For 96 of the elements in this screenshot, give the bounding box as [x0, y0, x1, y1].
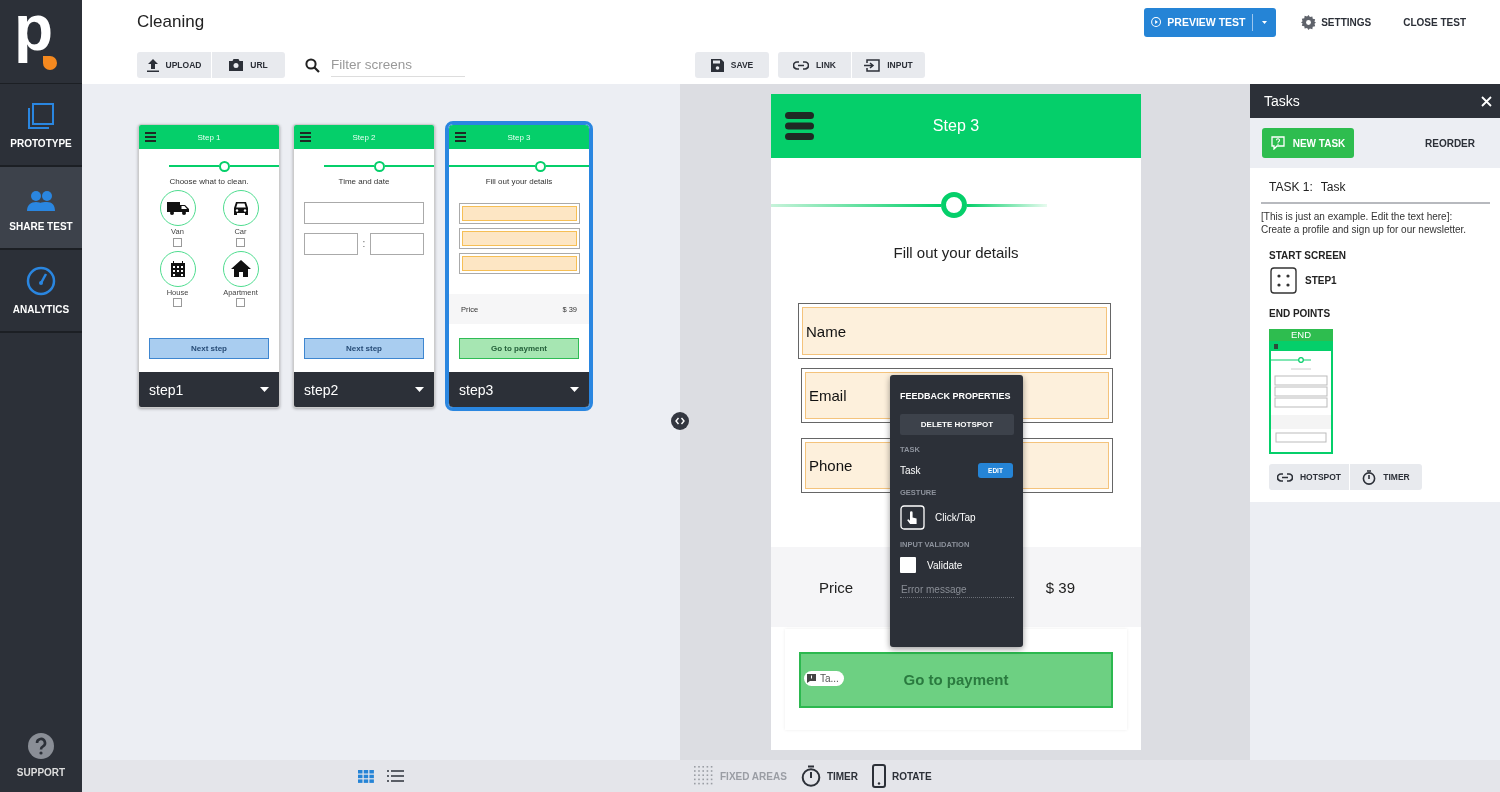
- time-field[interactable]: [370, 233, 424, 255]
- menu-icon: [300, 132, 311, 142]
- hotspot-badge[interactable]: Ta...: [804, 671, 844, 686]
- timer-button[interactable]: TIMER: [1350, 464, 1422, 490]
- section-label: END POINTS: [1269, 308, 1332, 319]
- screen-header: Step 3: [449, 125, 589, 149]
- screen-header: Step 3: [771, 94, 1141, 158]
- list-view-button[interactable]: [387, 769, 404, 783]
- grid-view-button[interactable]: [358, 769, 374, 783]
- time-separator: :: [362, 239, 366, 249]
- start-screen-name[interactable]: STEP1: [1305, 275, 1337, 286]
- price-label: Price: [819, 578, 854, 596]
- link-icon: [793, 60, 810, 70]
- timer-button[interactable]: TIMER: [800, 765, 858, 787]
- car-icon: [232, 200, 249, 216]
- screen-name[interactable]: step1: [149, 381, 184, 398]
- hotspot-field[interactable]: [458, 253, 580, 274]
- validate-label: Validate: [927, 559, 963, 571]
- section-label: START SCREEN: [1269, 250, 1348, 261]
- delete-hotspot-button[interactable]: DELETE HOTSPOT: [900, 414, 1014, 435]
- comment-icon: [807, 674, 816, 683]
- popup-title: FEEDBACK PROPERTIES: [900, 391, 1012, 401]
- task-description[interactable]: [This is just an example. Edit the text here]: Create a profile and sign up for our newsletter.: [1261, 210, 1490, 236]
- screen-header: Step 1: [139, 125, 279, 149]
- caret-icon: [1262, 19, 1268, 25]
- caret-icon[interactable]: [415, 387, 424, 392]
- close-test-button[interactable]: CLOSE TEST: [1403, 16, 1466, 28]
- screen-heading: Choose what to clean.: [169, 177, 249, 187]
- input-icon: [864, 58, 881, 72]
- checkbox[interactable]: [173, 298, 182, 307]
- search-icon: [305, 57, 320, 73]
- date-field[interactable]: [304, 202, 424, 224]
- nav-item[interactable]: SHARE TEST: [0, 167, 82, 250]
- link-button[interactable]: LINK: [778, 52, 851, 78]
- task-number: TASK 1:: [1269, 180, 1313, 194]
- checkbox[interactable]: [236, 237, 245, 247]
- save-icon: [710, 58, 724, 72]
- timer-icon: [800, 765, 821, 787]
- upload-icon: [146, 58, 159, 72]
- resize-handle[interactable]: [671, 412, 689, 430]
- timer-icon: [1362, 469, 1377, 485]
- panel-title: Tasks: [1264, 93, 1300, 109]
- screen-button[interactable]: Go to payment: [459, 338, 579, 359]
- screen-name[interactable]: step3: [459, 381, 494, 398]
- people-icon: [26, 189, 56, 213]
- link-icon: [1276, 472, 1293, 482]
- screen-card[interactable]: Step 2 Time and date : Next step step2: [293, 124, 435, 408]
- caret-icon[interactable]: [570, 387, 579, 392]
- gauge-icon: [26, 266, 56, 296]
- house-icon: [230, 260, 251, 277]
- question-bubble-icon: [1270, 136, 1285, 150]
- building-icon: [169, 260, 186, 277]
- camera-icon: [229, 59, 244, 71]
- task-name: Task: [900, 464, 921, 476]
- screen-button[interactable]: Next step: [149, 338, 269, 359]
- caret-icon[interactable]: [260, 387, 269, 392]
- menu-icon: [455, 132, 466, 142]
- tap-icon[interactable]: [900, 505, 925, 530]
- preview-test-button[interactable]: PREVIEW TEST: [1144, 7, 1277, 37]
- hotspot-field[interactable]: [458, 203, 580, 224]
- screen-name[interactable]: step2: [304, 381, 339, 398]
- rotate-button[interactable]: ROTATE: [872, 764, 932, 788]
- screen-heading: Fill out your details: [485, 177, 553, 187]
- menu-icon: [145, 132, 156, 142]
- screen-heading: Time and date: [338, 177, 390, 187]
- van-icon: [166, 201, 189, 215]
- help-icon: [28, 733, 54, 759]
- dotted-square-icon: [694, 766, 714, 786]
- project-title: Cleaning: [137, 12, 205, 32]
- reorder-button[interactable]: REORDER: [1425, 137, 1475, 149]
- hotspot-field[interactable]: Name: [798, 303, 1111, 359]
- gesture-label: Click/Tap: [935, 512, 976, 523]
- screens-icon: [27, 102, 55, 130]
- time-field[interactable]: [304, 233, 358, 255]
- close-icon[interactable]: [1481, 95, 1492, 107]
- price-value: $ 39: [1045, 578, 1075, 596]
- screen-button[interactable]: Next step: [304, 338, 424, 359]
- screen-thumbnail-icon: [1270, 267, 1297, 294]
- play-icon: [1151, 14, 1162, 30]
- error-message-field[interactable]: Error message: [900, 582, 1014, 598]
- save-button[interactable]: SAVE: [695, 52, 769, 78]
- url-button[interactable]: URL: [212, 52, 285, 78]
- hotspot-field[interactable]: [458, 228, 580, 249]
- upload-button[interactable]: UPLOAD: [137, 52, 211, 78]
- settings-button[interactable]: SETTINGS: [1301, 14, 1372, 30]
- hotspot-button[interactable]: HOTSPOT: [1269, 464, 1349, 490]
- settings-icon: [1301, 14, 1317, 30]
- menu-icon[interactable]: [785, 112, 814, 140]
- task-name[interactable]: Task: [1320, 180, 1346, 194]
- checkbox[interactable]: [173, 237, 182, 247]
- screen-header: Step 2: [294, 125, 434, 149]
- input-button[interactable]: INPUT: [852, 52, 925, 78]
- checkbox[interactable]: [900, 557, 916, 573]
- phone-icon: [872, 764, 886, 788]
- screen-heading: Fill out your details: [893, 244, 1019, 261]
- checkbox[interactable]: [236, 298, 245, 307]
